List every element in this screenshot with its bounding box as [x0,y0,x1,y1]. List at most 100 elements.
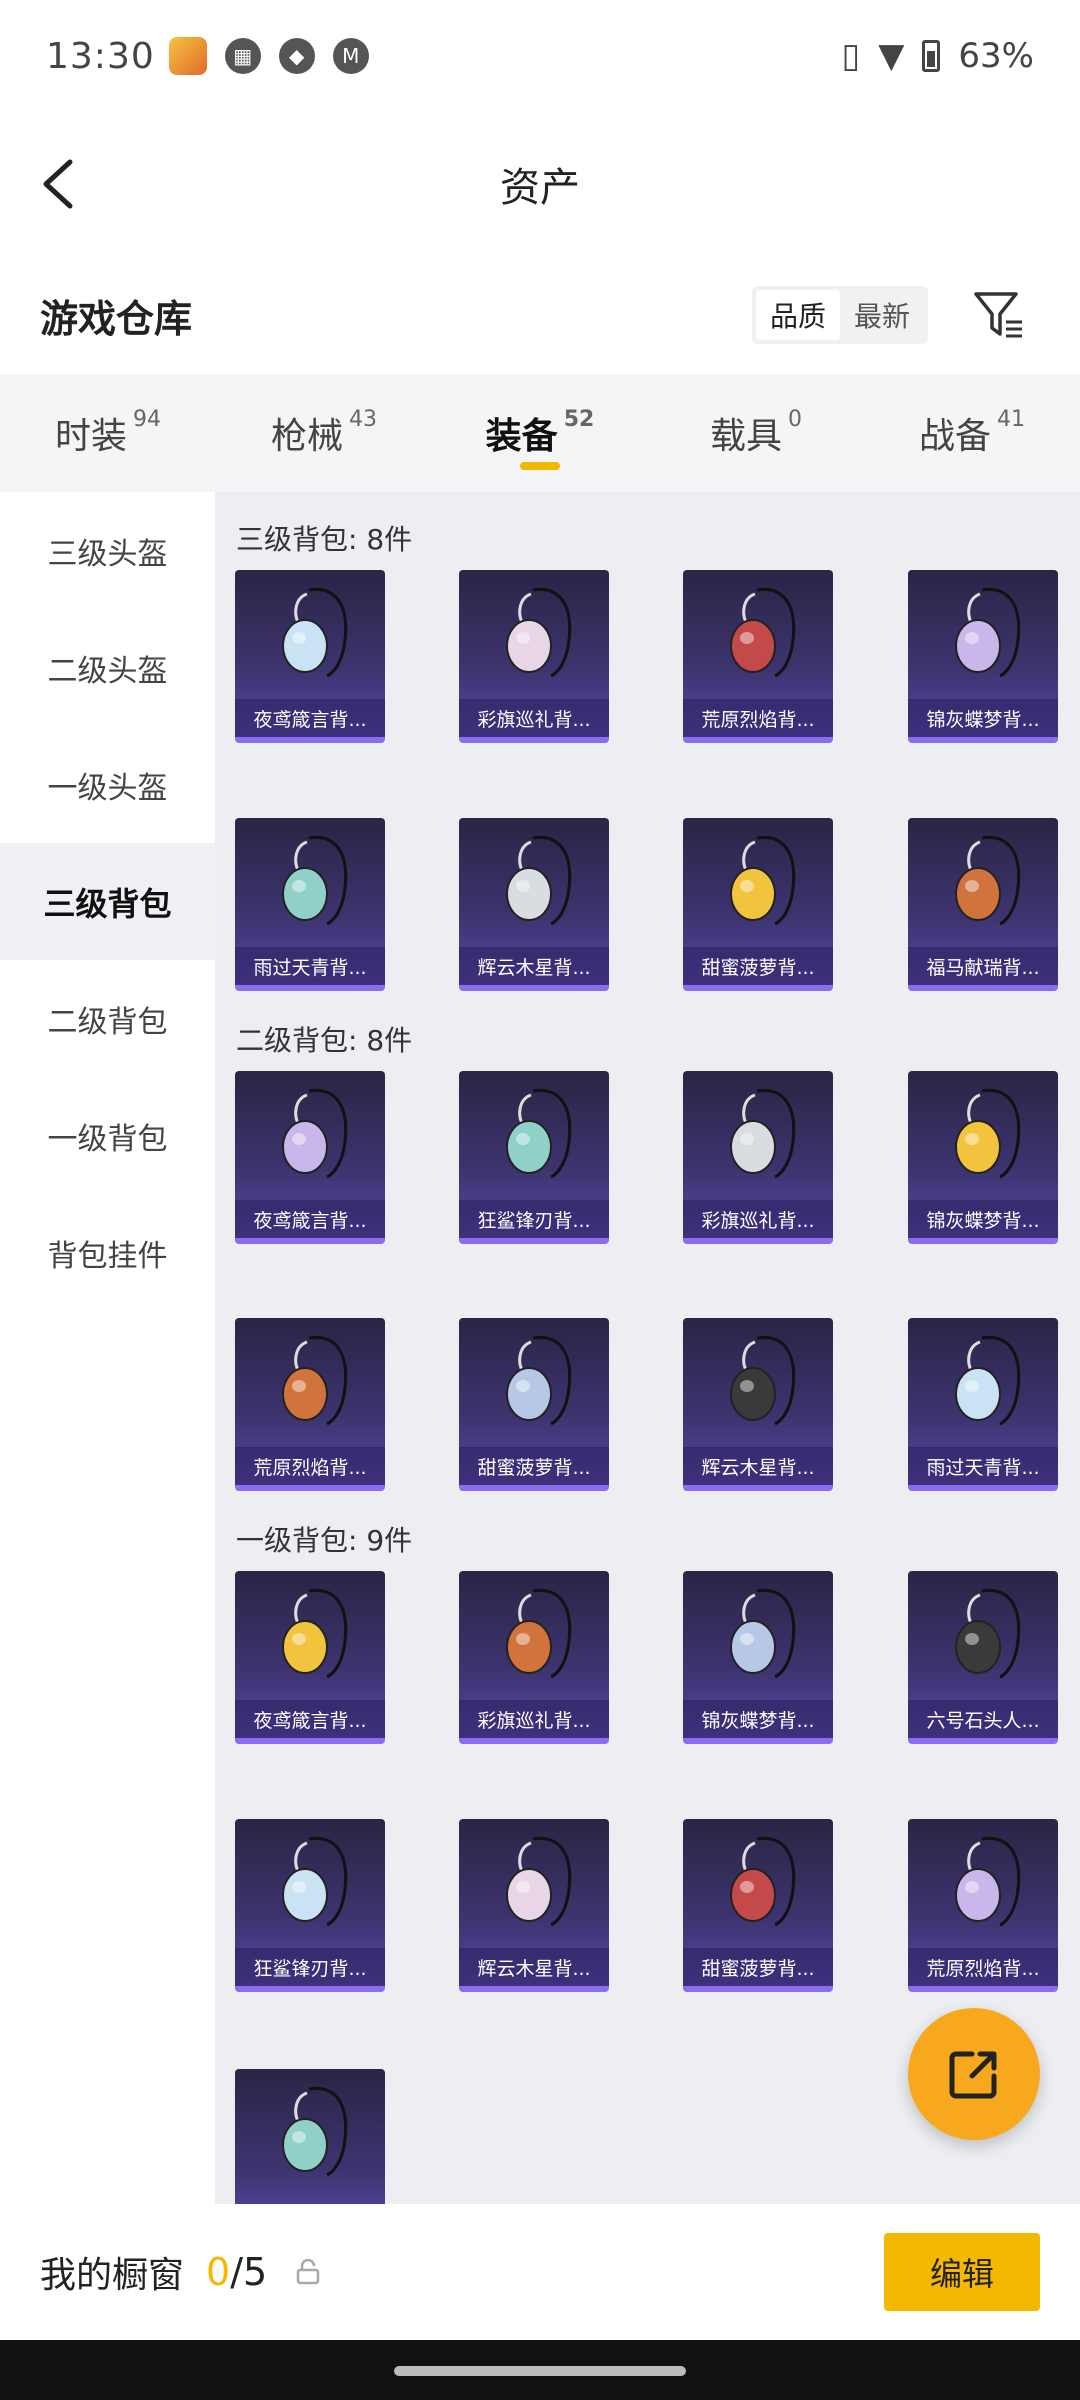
showcase-used: 0 [206,2250,231,2294]
item-grid: 三级背包: 8件 二级背包: 8件 一级背包: 9件 夜鸢箴言背... 彩旗巡礼背… [215,492,1080,2204]
backpack-image [955,1836,1021,1927]
backpack-image [506,835,572,926]
edit-button[interactable]: 编辑 [884,2233,1040,2311]
backpack-item-card[interactable]: 六号石头人... [908,1571,1058,1744]
item-name: 甜蜜菠萝背... [683,1948,833,1986]
wifi-icon: ▼ [878,36,905,76]
sidebar-item-backpack-charm[interactable]: 背包挂件 [0,1194,215,1311]
backpack-item-card[interactable]: 彩旗巡礼背... [683,1071,833,1244]
backpack-image [506,1588,572,1679]
backpack-item-card[interactable]: 雨过天青背... [908,1318,1058,1491]
backpack-item-card[interactable]: 荒原烈焰背... [908,1819,1058,1992]
calendar-icon: ▦ [224,38,261,74]
backpack-image [955,1088,1021,1179]
tab-supplies[interactable]: 战备 41 [864,374,1080,492]
filter-icon[interactable] [972,288,1026,342]
backpack-item-card[interactable]: 锦灰蝶梦背... [908,570,1058,743]
tab-count: 41 [997,406,1025,432]
item-name: 夜鸢箴言背... [235,1700,385,1738]
item-name: 辉云木星背... [459,947,609,985]
tab-count: 94 [133,406,161,432]
backpack-item-card[interactable]: 狂鲨锋刃背... [235,1819,385,1992]
sort-newest-button[interactable]: 最新 [840,290,924,340]
warehouse-header: 游戏仓库 品质 最新 [0,256,1080,374]
category-tabs: 时装 94 枪械 43 装备 52 载具 0 战备 41 [0,374,1080,492]
backpack-item-card[interactable]: 锦灰蝶梦背... [908,1071,1058,1244]
backpack-image [282,1588,348,1679]
item-name: 荒原烈焰背... [908,1948,1058,1986]
section-title: 一级背包: 9件 [236,1524,413,1557]
tab-label: 载具 [709,416,782,457]
sidebar-item-backpack-lv2[interactable]: 二级背包 [0,960,215,1077]
tab-label: 装备 [485,416,558,457]
share-button[interactable] [908,2008,1040,2140]
status-time: 13:30 [46,35,155,77]
backpack-item-card[interactable]: 荒原烈焰背... [683,570,833,743]
page-title: 资产 [500,165,580,211]
item-name: 甜蜜菠萝背... [683,947,833,985]
item-name: 甜蜜菠萝背... [459,1447,609,1485]
tab-label: 时装 [54,416,127,457]
backpack-item-card[interactable]: 甜蜜菠萝背... [459,1318,609,1491]
backpack-item-card[interactable]: 甜蜜菠萝背... [683,818,833,991]
backpack-image [506,1836,572,1927]
item-name: 六号石头人... [908,1700,1058,1738]
app-header: 资产 [0,112,1080,256]
sort-quality-button[interactable]: 品质 [755,290,840,340]
backpack-image [955,835,1021,926]
tab-label: 战备 [918,416,991,457]
sidebar-item-helmet-lv3[interactable]: 三级头盔 [0,492,215,609]
backpack-item-card[interactable]: 荒原烈焰背... [235,1318,385,1491]
backpack-item-card[interactable] [235,2069,385,2204]
item-name: 夜鸢箴言背... [235,699,385,737]
tab-vehicles[interactable]: 载具 0 [648,374,864,492]
tab-equipment[interactable]: 装备 52 [432,374,648,492]
sidebar-item-backpack-lv1[interactable]: 一级背包 [0,1077,215,1194]
tab-count: 0 [788,406,802,432]
backpack-item-card[interactable]: 甜蜜菠萝背... [683,1819,833,1992]
vibrate-icon: ▯ [841,36,861,76]
backpack-image [282,1836,348,1927]
tab-count: 52 [563,406,595,432]
item-name: 彩旗巡礼背... [683,1200,833,1238]
backpack-image [730,1335,796,1426]
backpack-item-card[interactable]: 锦灰蝶梦背... [683,1571,833,1744]
sidebar-item-helmet-lv1[interactable]: 一级头盔 [0,726,215,843]
backpack-item-card[interactable]: 辉云木星背... [459,818,609,991]
backpack-item-card[interactable]: 辉云木星背... [459,1819,609,1992]
backpack-image [282,2086,348,2177]
item-name: 彩旗巡礼背... [459,1700,609,1738]
showcase-label: 我的橱窗 [40,2255,185,2296]
battery-percent: 63% [958,36,1034,76]
home-gesture-handle[interactable] [394,2366,686,2376]
backpack-item-card[interactable]: 彩旗巡礼背... [459,1571,609,1744]
lock-icon [296,2259,320,2285]
item-name: 锦灰蝶梦背... [908,699,1058,737]
tab-fashion[interactable]: 时装 94 [0,374,216,492]
sidebar-item-backpack-lv3[interactable]: 三级背包 [0,843,215,960]
tab-firearms[interactable]: 枪械 43 [216,374,432,492]
backpack-image [730,835,796,926]
backpack-item-card[interactable]: 狂鲨锋刃背... [459,1071,609,1244]
backpack-item-card[interactable]: 雨过天青背... [235,818,385,991]
warehouse-title: 游戏仓库 [40,296,193,341]
external-link-icon [949,2051,997,2099]
backpack-image [730,587,796,678]
back-arrow-icon[interactable] [34,156,90,212]
tab-label: 枪械 [270,416,343,457]
backpack-item-card[interactable]: 福马献瑞背... [908,818,1058,991]
backpack-item-card[interactable]: 辉云木星背... [683,1318,833,1491]
sidebar-item-helmet-lv2[interactable]: 二级头盔 [0,609,215,726]
shield-icon: ◆ [278,38,315,74]
item-name: 荒原烈焰背... [235,1447,385,1485]
backpack-item-card[interactable]: 夜鸢箴言背... [235,1071,385,1244]
item-name: 荒原烈焰背... [683,699,833,737]
sort-toggle: 品质 最新 [751,286,928,344]
backpack-item-card[interactable]: 彩旗巡礼背... [459,570,609,743]
section-title: 二级背包: 8件 [236,1024,413,1057]
backpack-item-card[interactable]: 夜鸢箴言背... [235,1571,385,1744]
item-name: 锦灰蝶梦背... [908,1200,1058,1238]
backpack-image [730,1836,796,1927]
section-title: 三级背包: 8件 [236,523,413,556]
backpack-item-card[interactable]: 夜鸢箴言背... [235,570,385,743]
